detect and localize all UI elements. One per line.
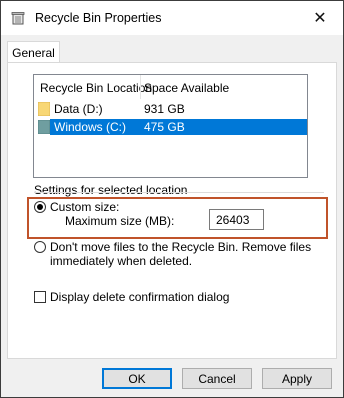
custom-size-label[interactable]: Custom size: <box>50 200 119 214</box>
list-header: Recycle Bin Location Space Available <box>34 75 307 99</box>
drive-icon <box>38 120 50 134</box>
tab-bar: General <box>1 35 343 63</box>
title-bar: Recycle Bin Properties ✕ <box>1 1 343 35</box>
location-list[interactable]: Recycle Bin Location Space Available Dat… <box>33 74 308 178</box>
apply-button[interactable]: Apply <box>262 368 332 389</box>
recycle-bin-icon <box>11 12 25 25</box>
general-tab-panel: Recycle Bin Location Space Available Dat… <box>7 62 337 359</box>
cancel-button[interactable]: Cancel <box>182 368 252 389</box>
column-separator[interactable] <box>140 75 141 99</box>
list-item-location: Windows (C:) <box>54 120 127 134</box>
max-size-input[interactable]: 26403 <box>209 209 264 230</box>
dont-move-radio[interactable] <box>34 241 46 253</box>
list-item-data-drive[interactable]: Data (D:) 931 GB <box>34 101 307 117</box>
tab-general-label: General <box>12 45 55 60</box>
list-item-space: 475 GB <box>144 120 185 134</box>
list-item-windows-drive[interactable]: Windows (C:) 475 GB <box>34 119 307 135</box>
confirm-dialog-label[interactable]: Display delete confirmation dialog <box>50 290 229 304</box>
max-size-value: 26403 <box>216 213 250 227</box>
ok-button[interactable]: OK <box>102 368 172 389</box>
cancel-button-label: Cancel <box>198 371 236 386</box>
tab-general[interactable]: General <box>7 41 60 63</box>
folder-icon <box>38 102 50 116</box>
settings-group-label: Settings for selected location <box>34 183 188 197</box>
apply-button-label: Apply <box>281 371 313 386</box>
properties-dialog: Recycle Bin Properties ✕ General Recycle… <box>0 0 344 398</box>
window-title: Recycle Bin Properties <box>35 11 162 25</box>
radio-selected-dot <box>37 204 43 210</box>
list-item-space: 931 GB <box>144 102 185 116</box>
ok-button-label: OK <box>128 371 146 386</box>
list-item-location: Data (D:) <box>54 102 103 116</box>
close-icon: ✕ <box>313 10 327 27</box>
column-header-space[interactable]: Space Available <box>144 81 229 95</box>
divider <box>34 192 324 193</box>
column-header-location[interactable]: Recycle Bin Location <box>40 81 152 95</box>
dont-move-label-line1[interactable]: Don't move files to the Recycle Bin. Rem… <box>50 240 311 254</box>
custom-size-radio[interactable] <box>34 201 46 213</box>
confirm-dialog-checkbox[interactable] <box>34 291 46 303</box>
dont-move-label-line2[interactable]: immediately when deleted. <box>50 254 192 268</box>
max-size-label: Maximum size (MB): <box>65 214 175 228</box>
close-button[interactable]: ✕ <box>297 1 343 35</box>
